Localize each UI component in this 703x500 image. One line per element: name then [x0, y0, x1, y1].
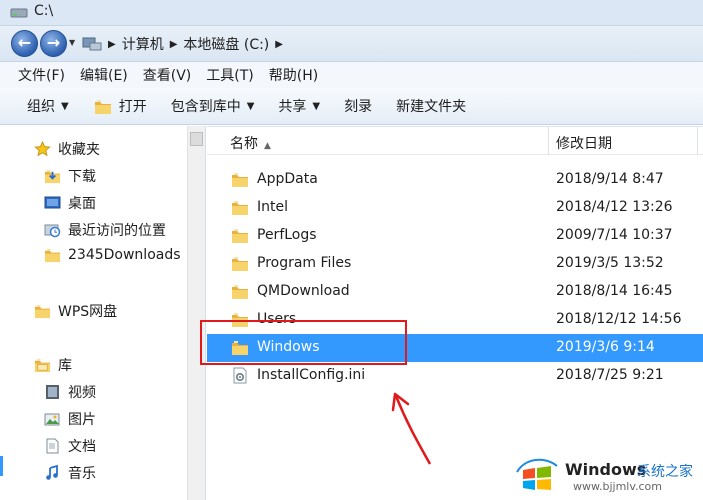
selection-edge — [0, 456, 3, 476]
burn-button[interactable]: 刻录 — [344, 96, 372, 116]
chevron-down-icon: ▼ — [312, 100, 321, 112]
nav-documents[interactable]: 文档 — [44, 436, 96, 456]
organize-button[interactable]: 组织 ▼ — [27, 96, 69, 116]
nav-downloads[interactable]: 下载 — [44, 166, 96, 186]
command-toolbar: 组织 ▼ 打开 包含到库中 ▼ 共享 ▼ 刻录 新建文件夹 — [0, 88, 703, 125]
include-in-library-button[interactable]: 包含到库中 ▼ — [171, 96, 255, 116]
column-divider[interactable] — [697, 126, 698, 155]
open-button[interactable]: 打开 — [93, 96, 147, 116]
nav-music[interactable]: 音乐 — [44, 463, 96, 483]
libraries-icon — [34, 357, 51, 373]
column-divider[interactable] — [548, 126, 549, 155]
menu-help[interactable]: 帮助(H) — [269, 65, 318, 85]
share-button[interactable]: 共享 ▼ — [278, 96, 320, 116]
nav-recent-places[interactable]: 最近访问的位置 — [44, 220, 166, 240]
recent-places-icon — [44, 224, 61, 238]
windows-logo-icon — [516, 458, 558, 490]
file-row[interactable]: QMDownload 2018/8/14 16:45 — [207, 278, 703, 306]
file-modified-date: 2018/8/14 16:45 — [556, 283, 673, 299]
nav-pictures[interactable]: 图片 — [44, 409, 96, 429]
nav-scrollbar[interactable] — [187, 126, 205, 500]
menu-bar: 文件(F) 编辑(E) 查看(V) 工具(T) 帮助(H) — [0, 62, 703, 88]
back-button[interactable]: ← — [11, 30, 38, 57]
menu-view[interactable]: 查看(V) — [143, 65, 192, 85]
forward-button[interactable]: → — [40, 30, 67, 57]
chevron-right-icon[interactable]: ▶ — [108, 39, 116, 50]
file-modified-date: 2018/12/12 14:56 — [556, 311, 682, 327]
star-icon — [34, 141, 51, 157]
folder-icon — [34, 303, 51, 319]
nav-libraries[interactable]: 库 — [34, 355, 72, 375]
nav-favorites[interactable]: 收藏夹 — [34, 139, 100, 159]
nav-scrollbar-thumb[interactable] — [190, 132, 203, 146]
annotation-highlight-box — [200, 320, 407, 365]
watermark: Windows 系统之家 www.bjjmlv.com — [513, 448, 703, 496]
file-row[interactable]: AppData 2018/9/14 8:47 — [207, 166, 703, 194]
chevron-right-icon[interactable]: ▶ — [275, 39, 283, 50]
chevron-down-icon: ▼ — [61, 100, 69, 112]
nav-videos[interactable]: 视频 — [44, 382, 96, 402]
file-modified-date: 2009/7/14 10:37 — [556, 227, 673, 243]
annotation-arrow — [391, 392, 432, 465]
file-modified-date: 2019/3/5 13:52 — [556, 255, 664, 271]
file-name: Program Files — [257, 255, 352, 271]
folder-icon — [231, 199, 249, 216]
nav-wps-cloud[interactable]: WPS网盘 — [34, 301, 117, 321]
column-name[interactable]: 名称 ▲ — [230, 133, 271, 153]
desktop-icon — [44, 196, 61, 209]
pictures-icon — [44, 413, 60, 426]
settings-file-icon — [233, 367, 247, 384]
folder-icon — [231, 227, 249, 244]
open-folder-icon — [93, 98, 113, 115]
file-name: InstallConfig.ini — [257, 367, 366, 383]
folder-icon — [231, 171, 249, 188]
breadcrumb-drive-c[interactable]: 本地磁盘 (C:) — [183, 34, 269, 54]
watermark-site: 系统之家 — [637, 464, 693, 480]
navigation-pane: 收藏夹 下载 桌面 最近访问的位置 2345Downloads WPS网盘 库 … — [0, 126, 206, 500]
documents-icon — [46, 438, 59, 454]
breadcrumb[interactable]: ▶ 计算机 ▶ 本地磁盘 (C:) ▶ — [82, 32, 283, 56]
downloads-folder-icon — [44, 168, 61, 184]
file-row[interactable]: Intel 2018/4/12 13:26 — [207, 194, 703, 222]
folder-icon — [231, 255, 249, 272]
title-bar: C:\ — [0, 0, 703, 26]
nav-2345downloads[interactable]: 2345Downloads — [44, 247, 181, 263]
breadcrumb-computer[interactable]: 计算机 — [122, 34, 164, 54]
watermark-brand: Windows — [565, 460, 647, 479]
file-row[interactable]: Program Files 2019/3/5 13:52 — [207, 250, 703, 278]
chevron-down-icon: ▼ — [246, 100, 255, 112]
column-header: 名称 ▲ 修改日期 — [207, 126, 703, 155]
menu-tools[interactable]: 工具(T) — [206, 65, 253, 85]
file-list: 名称 ▲ 修改日期 AppData 2018/9/14 8:47 Intel 2018/… — [207, 126, 703, 500]
new-folder-button[interactable]: 新建文件夹 — [396, 96, 466, 116]
file-modified-date: 2018/7/25 9:21 — [556, 367, 664, 383]
nav-desktop[interactable]: 桌面 — [44, 193, 96, 213]
address-bar: ← → ▼ ▶ 计算机 ▶ 本地磁盘 (C:) ▶ — [0, 26, 703, 62]
menu-edit[interactable]: 编辑(E) — [80, 65, 128, 85]
file-name: PerfLogs — [257, 227, 317, 243]
file-name: QMDownload — [257, 283, 350, 299]
file-row[interactable]: InstallConfig.ini 2018/7/25 9:21 — [207, 362, 703, 390]
drive-icon — [10, 8, 28, 18]
file-row[interactable]: PerfLogs 2009/7/14 10:37 — [207, 222, 703, 250]
column-modified[interactable]: 修改日期 — [556, 133, 612, 153]
window-title: C:\ — [34, 3, 54, 19]
video-icon — [46, 385, 59, 399]
file-modified-date: 2018/4/12 13:26 — [556, 199, 673, 215]
folder-icon — [44, 247, 61, 263]
file-name: AppData — [257, 171, 318, 187]
menu-file[interactable]: 文件(F) — [18, 65, 65, 85]
computer-icon — [82, 37, 102, 51]
sort-ascending-icon: ▲ — [264, 141, 271, 151]
file-name: Intel — [257, 199, 288, 215]
history-dropdown-icon[interactable]: ▼ — [69, 38, 77, 47]
folder-icon — [231, 283, 249, 300]
file-modified-date: 2018/9/14 8:47 — [556, 171, 664, 187]
file-modified-date: 2019/3/6 9:14 — [556, 339, 655, 355]
music-icon — [46, 465, 58, 480]
chevron-right-icon[interactable]: ▶ — [170, 39, 178, 50]
watermark-url: www.bjjmlv.com — [573, 480, 662, 493]
